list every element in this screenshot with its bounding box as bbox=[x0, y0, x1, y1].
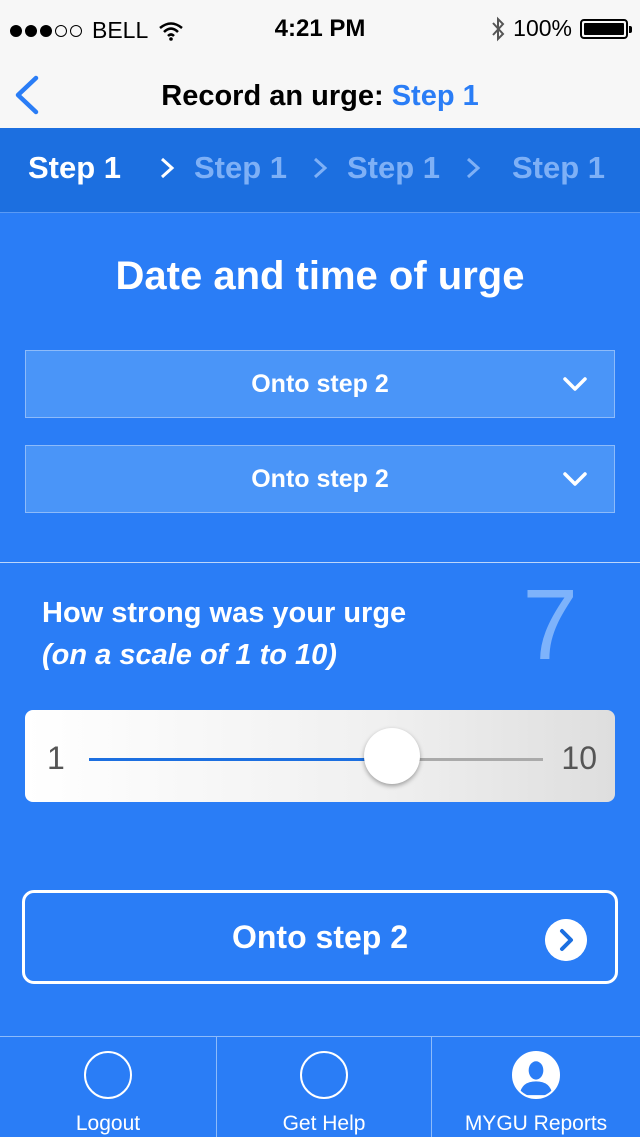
battery-percent: 100% bbox=[513, 15, 572, 41]
status-bar: BELL 4:21 PM 100% bbox=[0, 0, 640, 62]
chevron-down-icon bbox=[563, 377, 587, 391]
strength-value: 7 bbox=[522, 569, 578, 681]
navigation-bar: Record an urge: Step 1 bbox=[0, 62, 640, 129]
tab-logout-label: Logout bbox=[75, 1112, 141, 1135]
steps-indicator: Step 1 Step 1 Step 1 Step 1 bbox=[0, 128, 640, 213]
date-dropdown[interactable]: Onto step 2 bbox=[25, 350, 615, 418]
tab-get-help-label: Get Help bbox=[282, 1112, 366, 1135]
step-1[interactable]: Step 1 bbox=[28, 150, 121, 186]
step-3[interactable]: Step 1 bbox=[347, 150, 440, 186]
tab-mygu-reports[interactable]: MYGU Reports bbox=[432, 1037, 640, 1137]
page-title: Record an urge: Step 1 bbox=[0, 80, 640, 113]
arrow-right-circle-icon bbox=[545, 919, 587, 961]
date-dropdown-label: Onto step 2 bbox=[251, 370, 389, 398]
battery-icon bbox=[580, 18, 632, 39]
tab-logout[interactable]: Logout bbox=[0, 1037, 216, 1137]
chevron-right-icon bbox=[160, 157, 175, 179]
chevron-right-icon bbox=[466, 157, 481, 179]
slider-track[interactable] bbox=[89, 758, 543, 761]
question-scale-hint: (on a scale of 1 to 10) bbox=[42, 639, 337, 671]
status-right: 100% bbox=[491, 15, 632, 42]
circle-icon bbox=[84, 1051, 132, 1099]
slider-thumb[interactable] bbox=[363, 728, 420, 784]
tab-mygu-reports-label: MYGU Reports bbox=[464, 1112, 608, 1135]
chevron-right-icon bbox=[313, 157, 328, 179]
question-text: How strong was your urge bbox=[42, 597, 407, 629]
slider-fill bbox=[89, 758, 392, 761]
time-dropdown[interactable]: Onto step 2 bbox=[25, 445, 615, 513]
step-4[interactable]: Step 1 bbox=[512, 150, 605, 186]
chevron-down-icon bbox=[563, 472, 587, 486]
divider bbox=[0, 562, 640, 563]
next-step-label: Onto step 2 bbox=[231, 919, 408, 955]
strength-slider-card: 1 10 bbox=[25, 710, 615, 802]
bluetooth-icon bbox=[492, 16, 505, 41]
slider-max-label: 10 bbox=[561, 740, 597, 776]
section-heading: Date and time of urge bbox=[115, 254, 525, 298]
page-title-prefix: Record an urge: bbox=[161, 80, 384, 112]
tab-bar: Logout Get Help MYGU Reports bbox=[0, 1036, 640, 1137]
slider-min-label: 1 bbox=[47, 740, 65, 776]
next-step-button[interactable]: Onto step 2 bbox=[22, 890, 618, 984]
user-icon bbox=[512, 1051, 560, 1099]
page-title-step: Step 1 bbox=[391, 80, 479, 112]
circle-icon bbox=[300, 1051, 348, 1099]
step-2[interactable]: Step 1 bbox=[194, 150, 287, 186]
urge-strength-question: How strong was your urge (on a scale of … bbox=[42, 597, 406, 672]
tab-get-help[interactable]: Get Help bbox=[217, 1037, 431, 1137]
time-dropdown-label: Onto step 2 bbox=[251, 465, 389, 493]
